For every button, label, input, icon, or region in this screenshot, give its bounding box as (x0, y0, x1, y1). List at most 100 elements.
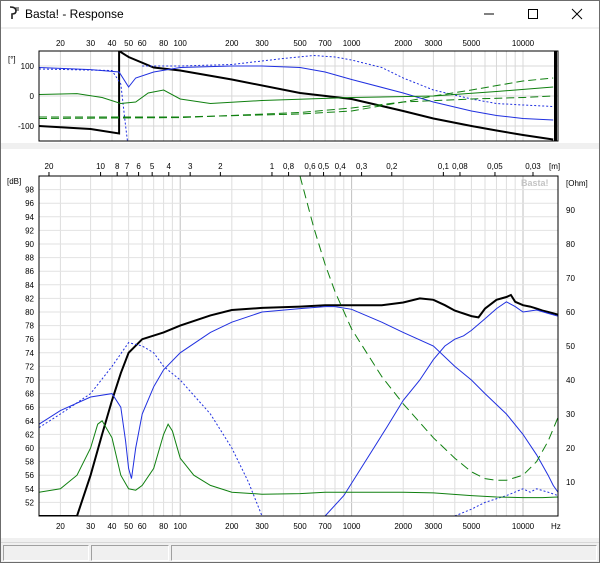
spl-tick-label: 92 (25, 226, 34, 235)
impedance-axis: 90 80 70 60 50 40 30 20 10 (566, 206, 575, 487)
phase-x-tick-label: 5000 (463, 39, 481, 48)
minimize-icon (484, 13, 494, 15)
spl-tick-label: 58 (25, 458, 34, 467)
impedance-tick-label: 90 (566, 206, 575, 215)
spl-tick-label: 72 (25, 362, 34, 371)
wavelength-tick-label: 0,2 (386, 162, 398, 171)
maximize-button[interactable] (511, 1, 555, 27)
frequency-tick-label: 60 (138, 522, 147, 531)
title-bar[interactable]: Basta! - Response (1, 1, 599, 27)
impedance-unit-label: [Ohm] (566, 179, 588, 188)
wavelength-unit-label: [m] (549, 162, 560, 171)
response-chart[interactable]: Basta! 20 10 8 7 6 5 4 3 2 1 0,8 0,6 0,5 0,4 0,3 0,2 0,1… (1, 149, 599, 538)
response-curves (39, 176, 558, 516)
frequency-unit-label: Hz (551, 522, 561, 531)
spl-tick-label: 96 (25, 199, 34, 208)
minimize-button[interactable] (467, 1, 511, 27)
frequency-tick-label: 300 (255, 522, 269, 531)
spl-tick-label: 88 (25, 254, 34, 263)
phase-x-tick-label: 3000 (424, 39, 442, 48)
wavelength-tick-label: 1 (270, 162, 275, 171)
phase-x-tick-label: 100 (174, 39, 188, 48)
maximize-icon (528, 9, 538, 19)
impedance-tick-label: 40 (566, 376, 575, 385)
spl-tick-label: 86 (25, 267, 34, 276)
wavelength-axis: 20 10 8 7 6 5 4 3 2 1 0,8 0,6 0,5 0,4 0,3 0,2 0,1 0,08 0,0… (45, 162, 541, 176)
response-plot-frame (38, 175, 559, 517)
frequency-tick-label: 2000 (394, 522, 412, 531)
window-title: Basta! - Response (25, 7, 124, 21)
spl-tick-label: 84 (25, 281, 34, 290)
phase-x-tick-label: 1000 (343, 39, 361, 48)
frequency-tick-label: 30 (86, 522, 95, 531)
wavelength-tick-label: 0,5 (318, 162, 330, 171)
phase-y-tick-label: 0 (30, 92, 35, 101)
wavelength-tick-label: 3 (188, 162, 193, 171)
phase-y-tick-label: 100 (21, 62, 35, 71)
phase-x-tick-label: 20 (56, 39, 65, 48)
wavelength-tick-label: 7 (125, 162, 130, 171)
response-series-1 (39, 306, 558, 493)
frequency-tick-label: 80 (159, 522, 168, 531)
wavelength-tick-label: 0,03 (525, 162, 541, 171)
phase-unit-label: [°] (8, 55, 16, 64)
frequency-tick-label: 3000 (424, 522, 442, 531)
phase-range-marker[interactable] (554, 51, 557, 141)
status-cell-1 (3, 545, 89, 561)
frequency-tick-label: 200 (225, 522, 239, 531)
status-bar (1, 542, 599, 562)
impedance-tick-label: 30 (566, 410, 575, 419)
impedance-tick-label: 20 (566, 444, 575, 453)
close-icon (571, 8, 583, 20)
impedance-tick-label: 10 (566, 478, 575, 487)
close-button[interactable] (555, 1, 599, 27)
spl-tick-label: 62 (25, 430, 34, 439)
phase-x-tick-label: 200 (225, 39, 239, 48)
status-cell-2 (91, 545, 169, 561)
frequency-tick-label: 500 (293, 522, 307, 531)
spl-tick-label: 56 (25, 471, 34, 480)
wavelength-tick-label: 0,08 (452, 162, 468, 171)
impedance-tick-label: 70 (566, 274, 575, 283)
wavelength-tick-label: 2 (218, 162, 223, 171)
phase-x-tick-label: 30 (86, 39, 95, 48)
impedance-tick-label: 60 (566, 308, 575, 317)
watermark: Basta! (521, 178, 549, 188)
spl-unit-label: [dB] (7, 177, 21, 186)
phase-y-tick-label: -100 (18, 122, 35, 131)
wavelength-tick-label: 0,05 (487, 162, 503, 171)
wavelength-tick-label: 0,4 (335, 162, 347, 171)
frequency-tick-label: 40 (108, 522, 117, 531)
phase-x-tick-label: 50 (124, 39, 133, 48)
impedance-tick-label: 50 (566, 342, 575, 351)
spl-tick-label: 54 (25, 485, 34, 494)
response-grid (39, 176, 558, 516)
phase-x-tick-label: 40 (108, 39, 117, 48)
status-cell-3 (171, 545, 597, 561)
spl-tick-label: 94 (25, 213, 34, 222)
phase-x-tick-label: 80 (159, 39, 168, 48)
phase-x-tick-label: 2000 (394, 39, 412, 48)
phase-chart[interactable]: 20 30 40 50 60 80 100 200 300 500 700 1000 2000 3000 5… (1, 29, 599, 143)
wavelength-tick-label: 4 (167, 162, 172, 171)
phase-y-axis: 100 0 -100 (18, 62, 35, 131)
frequency-axis: 20 30 40 50 60 80 100 200 300 500 700 1000 2000 3000 5… (56, 522, 535, 531)
wavelength-tick-label: 0,8 (283, 162, 295, 171)
spl-tick-label: 68 (25, 390, 34, 399)
spl-tick-label: 74 (25, 349, 34, 358)
spl-axis: 98 96 94 92 90 88 86 84 82 80 78 76 74 72 70 68 66 64 62 60… (25, 186, 34, 508)
impedance-tick-label: 80 (566, 240, 575, 249)
phase-x-tick-label: 300 (255, 39, 269, 48)
phase-x-tick-label: 500 (293, 39, 307, 48)
response-series-3 (39, 342, 263, 516)
spl-tick-label: 64 (25, 417, 34, 426)
frequency-tick-label: 100 (174, 522, 188, 531)
wavelength-tick-label: 0,1 (438, 162, 450, 171)
phase-x-tick-label: 700 (318, 39, 332, 48)
frequency-tick-label: 50 (124, 522, 133, 531)
spl-tick-label: 78 (25, 322, 34, 331)
frequency-tick-label: 5000 (463, 522, 481, 531)
frequency-tick-label: 700 (318, 522, 332, 531)
spl-tick-label: 82 (25, 294, 34, 303)
spl-tick-label: 98 (25, 186, 34, 195)
